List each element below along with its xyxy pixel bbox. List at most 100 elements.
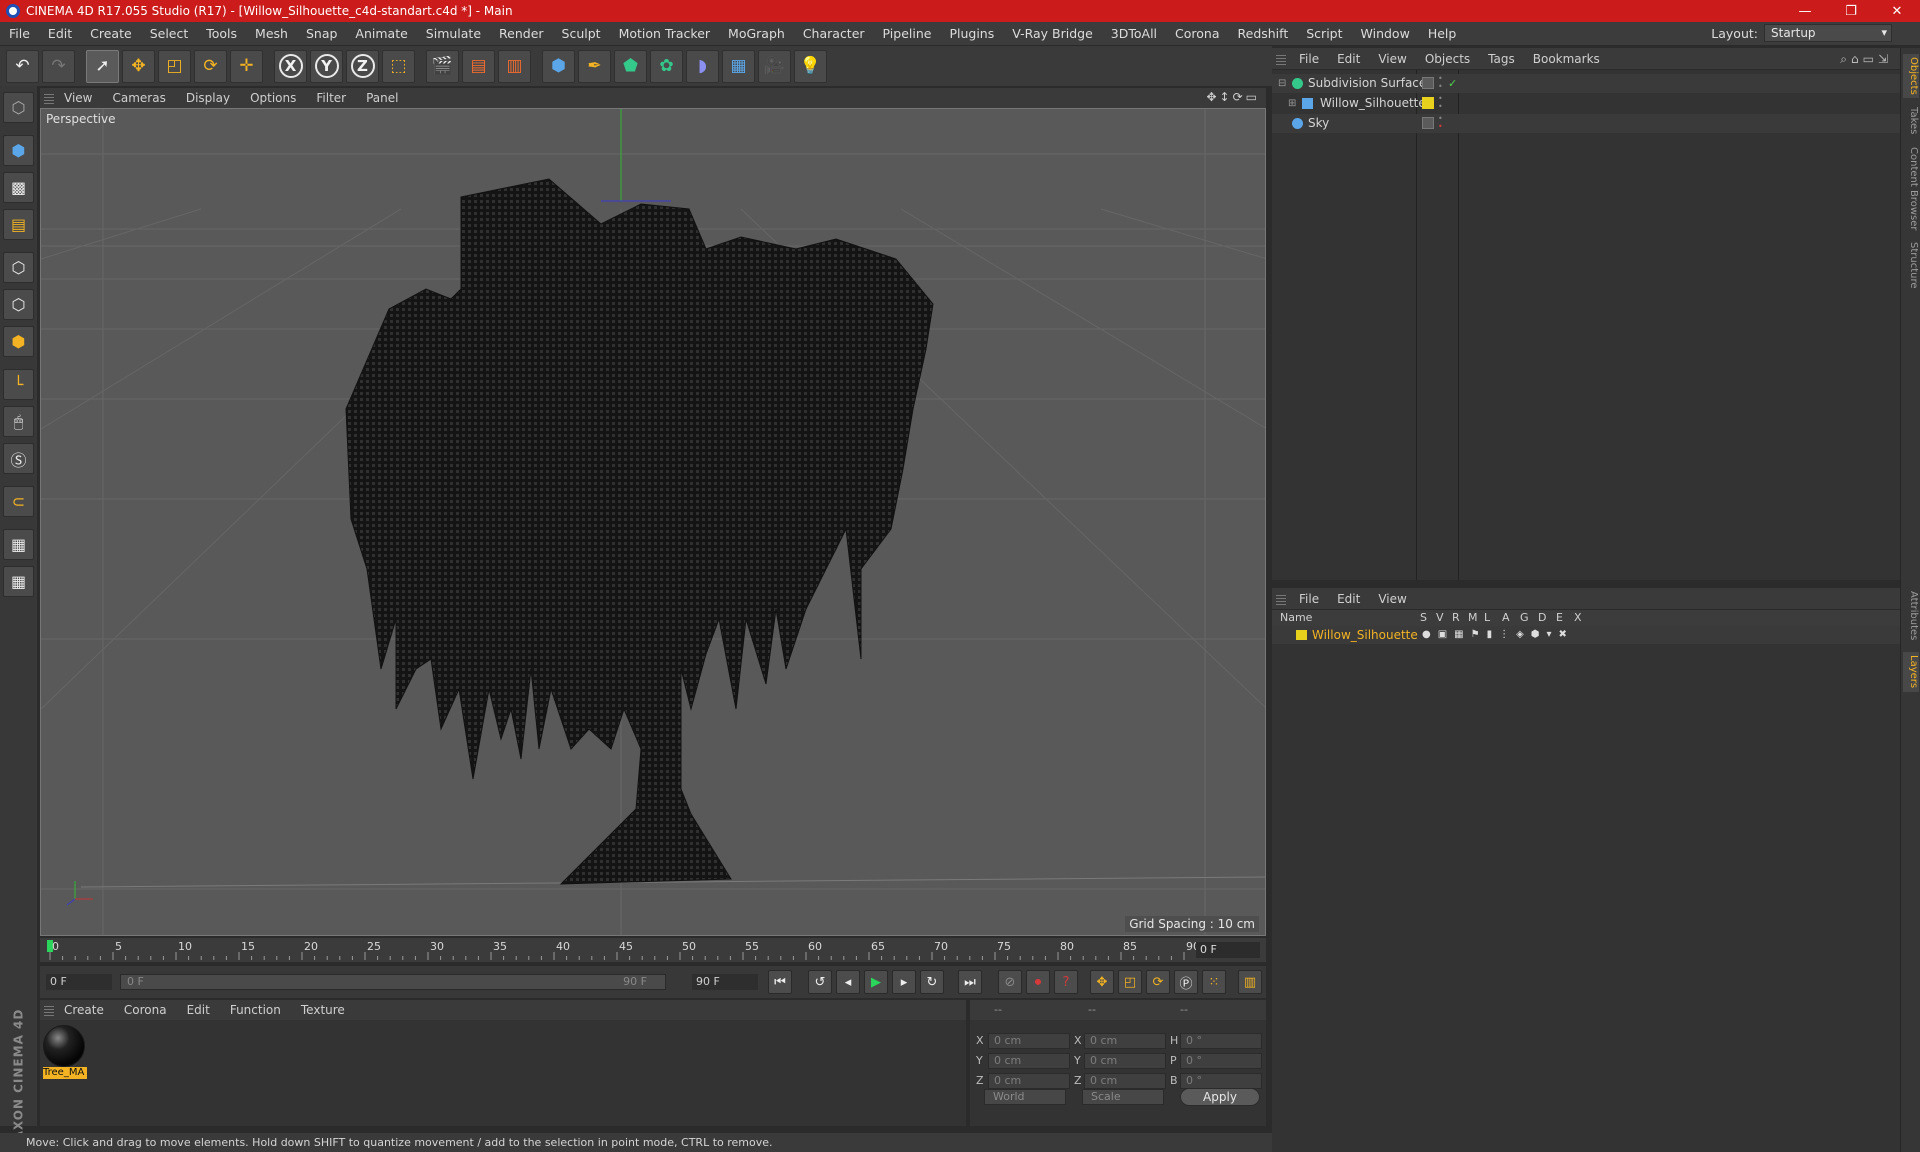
col-xref[interactable]: X — [1574, 610, 1582, 626]
viewport-menu-view[interactable]: View — [54, 91, 102, 105]
rot-b-field[interactable]: 0 ° — [1180, 1073, 1262, 1089]
object-menu-tags[interactable]: Tags — [1479, 52, 1524, 66]
workplane-button[interactable]: ▤ — [3, 209, 34, 240]
magnet-button[interactable]: ⊂ — [3, 486, 34, 517]
points-mode-button[interactable]: ⬡ — [3, 252, 34, 283]
object-menu-edit[interactable]: Edit — [1328, 52, 1369, 66]
play-button[interactable]: ▶ — [864, 970, 888, 994]
tab-content-browser[interactable]: Content Browser — [1903, 144, 1919, 234]
object-menu-file[interactable]: File — [1290, 52, 1328, 66]
rot-p-field[interactable]: 0 ° — [1180, 1053, 1262, 1069]
make-editable-button[interactable]: ⬡ — [3, 92, 34, 123]
visibility-toggle-icon[interactable] — [1422, 117, 1434, 129]
tab-layers[interactable]: Layers — [1903, 652, 1919, 692]
object-menu-view[interactable]: View — [1369, 52, 1415, 66]
autokey-button[interactable]: ⏺ — [1026, 970, 1050, 994]
coordinate-mode-dropdown[interactable]: World — [984, 1089, 1066, 1105]
minimize-button[interactable]: — — [1782, 0, 1828, 22]
key-pla-button[interactable]: ⁙ — [1202, 970, 1226, 994]
menu-sculpt[interactable]: Sculpt — [553, 26, 610, 41]
render-dots-icon[interactable]: • • — [1438, 115, 1443, 131]
next-key-button[interactable]: ↻ — [920, 970, 944, 994]
tab-objects[interactable]: Objects — [1903, 54, 1919, 98]
rotate-tool-button[interactable]: ⟳ — [194, 49, 227, 83]
close-button[interactable]: ✕ — [1874, 0, 1920, 22]
object-menu-objects[interactable]: Objects — [1416, 52, 1479, 66]
pos-y-field[interactable]: 0 cm — [988, 1053, 1070, 1069]
floor-button[interactable]: ▦ — [722, 49, 755, 83]
col-expressions[interactable]: E — [1556, 610, 1563, 626]
timeline-button[interactable]: ▥ — [1238, 970, 1262, 994]
recent-tool-button[interactable]: ✛ — [230, 49, 263, 83]
texture-mode-button[interactable]: ▩ — [3, 172, 34, 203]
menu-simulate[interactable]: Simulate — [417, 26, 490, 41]
viewport-camera-label[interactable]: Perspective — [46, 112, 116, 126]
expand-icon[interactable]: ⊞ — [1288, 94, 1296, 113]
size-x-field[interactable]: 0 cm — [1084, 1033, 1166, 1049]
col-view[interactable]: V — [1436, 610, 1444, 626]
viewport-menu-filter[interactable]: Filter — [306, 91, 356, 105]
menu-help[interactable]: Help — [1419, 26, 1466, 41]
goto-end-button[interactable]: ⏭ — [958, 970, 982, 994]
size-mode-dropdown[interactable]: Scale — [1082, 1089, 1164, 1105]
menu-redshift[interactable]: Redshift — [1229, 26, 1298, 41]
col-locked[interactable]: L — [1484, 610, 1490, 626]
collapse-icon[interactable]: ⊟ — [1278, 74, 1286, 93]
layer-color-tag-icon[interactable] — [1422, 97, 1434, 109]
y-axis-button[interactable]: Y — [310, 49, 343, 83]
col-animation[interactable]: A — [1502, 610, 1510, 626]
restore-button[interactable]: ❐ — [1828, 0, 1874, 22]
goto-start-button[interactable]: ⏮ — [768, 970, 792, 994]
menu-tools[interactable]: Tools — [197, 26, 246, 41]
record-keys-button[interactable]: ⊘ — [998, 970, 1022, 994]
col-manager[interactable]: M — [1468, 610, 1478, 626]
x-axis-button[interactable]: X — [274, 49, 307, 83]
viewport-nav-icons[interactable]: ✥↕⟳▭ — [1206, 90, 1260, 104]
menu-window[interactable]: Window — [1352, 26, 1419, 41]
timeline-ruler[interactable]: 0 5 10 15 20 25 30 35 40 45 50 55 60 65 70 75 80 85 90 0 F — [40, 938, 1266, 962]
tab-takes[interactable]: Takes — [1903, 104, 1919, 138]
menu-character[interactable]: Character — [794, 26, 874, 41]
edges-mode-button[interactable]: ⬡ — [3, 289, 34, 320]
material-menu-edit[interactable]: Edit — [177, 1003, 220, 1017]
key-position-button[interactable]: ✥ — [1090, 970, 1114, 994]
layer-row-willow-silhouette[interactable]: Willow_Silhouette ●▣▦⚑▮⋮◈⬢▾✖ — [1272, 626, 1900, 644]
col-deformers[interactable]: D — [1538, 610, 1546, 626]
render-dots-icon[interactable]: • • — [1438, 75, 1443, 91]
subdivision-surface-button[interactable]: ⬟ — [614, 49, 647, 83]
menu-snap[interactable]: Snap — [297, 26, 346, 41]
undo-button[interactable]: ↶ — [6, 49, 39, 83]
menu-script[interactable]: Script — [1297, 26, 1351, 41]
light-button[interactable]: 💡 — [794, 49, 827, 83]
object-menu-bookmarks[interactable]: Bookmarks — [1524, 52, 1609, 66]
object-manager-search-icons[interactable]: ⌕⌂▭⇲ — [1840, 52, 1892, 67]
viewport-menu-panel[interactable]: Panel — [356, 91, 408, 105]
end-frame-field[interactable]: 90 F — [692, 974, 758, 990]
prev-frame-button[interactable]: ◂ — [836, 970, 860, 994]
layer-toggle-icons[interactable]: ●▣▦⚑▮⋮◈⬢▾✖ — [1422, 626, 1574, 644]
menu-motion-tracker[interactable]: Motion Tracker — [610, 26, 719, 41]
cloner-button[interactable]: ✿ — [650, 49, 683, 83]
live-selection-button[interactable]: ➚ — [86, 49, 119, 83]
visibility-toggle-icon[interactable] — [1422, 77, 1434, 89]
enable-axis-button[interactable]: └ — [3, 369, 34, 400]
material-menu-function[interactable]: Function — [220, 1003, 291, 1017]
camera-button[interactable]: 🎥 — [758, 49, 791, 83]
redo-button[interactable]: ↷ — [42, 49, 75, 83]
render-settings-button[interactable]: ▥ — [498, 49, 531, 83]
object-row-sky[interactable]: Sky • • — [1272, 114, 1900, 133]
menu-create[interactable]: Create — [81, 26, 141, 41]
keyframe-selection-button[interactable]: ? — [1054, 970, 1078, 994]
menu-mograph[interactable]: MoGraph — [719, 26, 794, 41]
frame-range-slider[interactable]: 0 F 90 F — [120, 974, 666, 990]
render-view-button[interactable]: 🎬 — [426, 49, 459, 83]
menu-plugins[interactable]: Plugins — [940, 26, 1003, 41]
menu-select[interactable]: Select — [141, 26, 198, 41]
pen-spline-button[interactable]: ✒ — [578, 49, 611, 83]
pos-z-field[interactable]: 0 cm — [988, 1073, 1070, 1089]
layer-menu-file[interactable]: File — [1290, 592, 1328, 606]
pos-x-field[interactable]: 0 cm — [988, 1033, 1070, 1049]
menu-vray-bridge[interactable]: V-Ray Bridge — [1003, 26, 1102, 41]
tab-attributes[interactable]: Attributes — [1903, 588, 1919, 644]
current-frame-field[interactable]: 0 F — [1196, 942, 1260, 958]
